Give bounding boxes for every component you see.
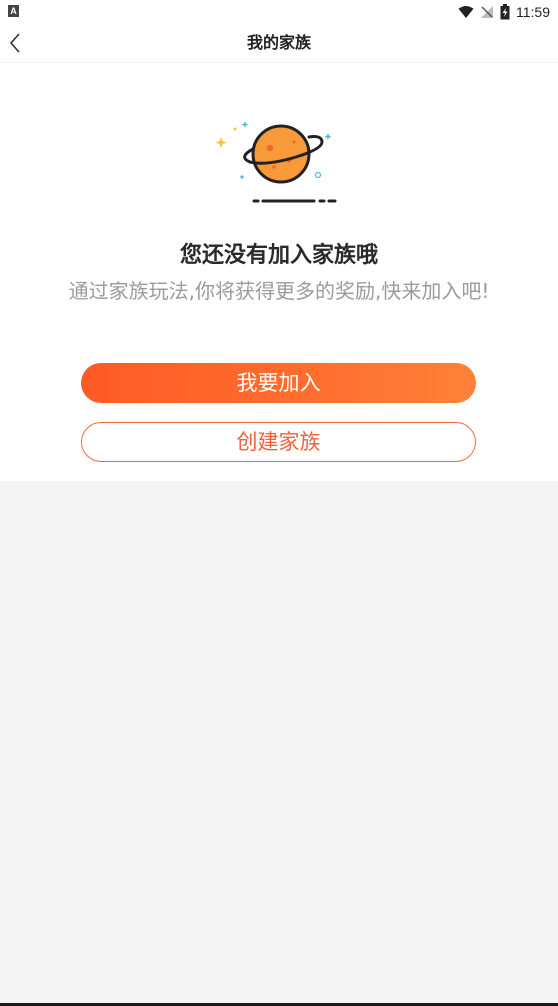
empty-state-panel: 您还没有加入家族哦 通过家族玩法,你将获得更多的奖励,快来加入吧! 我要加入 创… bbox=[0, 63, 558, 481]
empty-state-title: 您还没有加入家族哦 bbox=[179, 243, 378, 268]
battery-charging-icon bbox=[500, 4, 510, 20]
wifi-icon bbox=[458, 6, 474, 18]
join-family-button[interactable]: 我要加入 bbox=[81, 363, 476, 403]
status-time: 11:59 bbox=[516, 4, 550, 20]
page-title: 我的家族 bbox=[246, 33, 311, 52]
status-bar: A 11:59 bbox=[0, 0, 558, 24]
app-header: 我的家族 bbox=[0, 24, 558, 63]
create-family-button[interactable]: 创建家族 bbox=[81, 422, 476, 462]
empty-state-description: 通过家族玩法,你将获得更多的奖励,快来加入吧! bbox=[68, 279, 490, 303]
a-notification-icon: A bbox=[8, 5, 19, 17]
planet-icon bbox=[215, 121, 337, 203]
no-signal-icon bbox=[481, 6, 493, 18]
status-right-group: 11:59 bbox=[458, 3, 550, 21]
